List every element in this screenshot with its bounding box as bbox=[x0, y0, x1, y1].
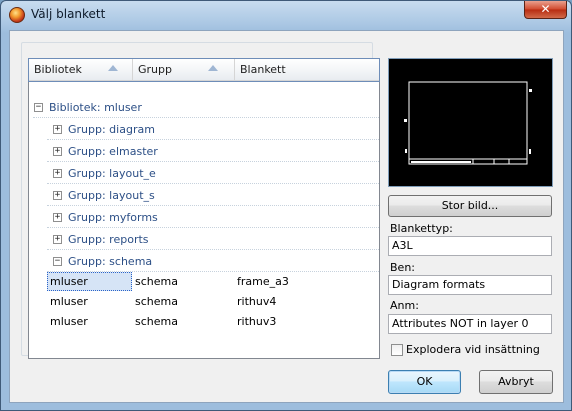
cell-bibliotek: mluser bbox=[50, 275, 88, 288]
tree-node-group-reports[interactable]: + Grupp: reports bbox=[29, 229, 379, 251]
explodera-checkbox[interactable] bbox=[391, 344, 403, 356]
cell-blankett: frame_a3 bbox=[237, 275, 289, 288]
window-title: Välj blankett bbox=[31, 7, 106, 21]
anm-label: Anm: bbox=[390, 299, 419, 312]
blankettyp-label: Blankettyp: bbox=[390, 222, 453, 235]
close-button[interactable]: ✕ bbox=[524, 1, 567, 19]
tree-node-label: Grupp: layout_e bbox=[68, 167, 156, 180]
sort-ascending-icon bbox=[108, 65, 118, 71]
ben-field[interactable]: Diagram formats bbox=[388, 275, 552, 295]
tree-node-group-diagram[interactable]: + Grupp: diagram bbox=[29, 119, 379, 141]
tree-node-group-myforms[interactable]: + Grupp: myforms bbox=[29, 207, 379, 229]
tree-node-group-schema[interactable]: − Grupp: schema bbox=[29, 251, 379, 273]
column-header-blankett[interactable]: Blankett bbox=[235, 59, 379, 80]
cell-grupp: schema bbox=[135, 295, 178, 308]
plus-toggle-icon[interactable]: + bbox=[53, 169, 62, 178]
tree-node-label: Bibliotek: mluser bbox=[49, 101, 142, 114]
cancel-button[interactable]: Avbryt bbox=[479, 370, 553, 394]
blankettyp-field[interactable]: A3L bbox=[388, 236, 552, 256]
dialog-window: Välj blankett ✕ Bibliotek Grupp Blankett bbox=[0, 0, 572, 411]
tree-node-label: Grupp: reports bbox=[68, 233, 149, 246]
plus-toggle-icon[interactable]: + bbox=[53, 191, 62, 200]
tree-node-label: Grupp: diagram bbox=[68, 123, 155, 136]
cell-grupp: schema bbox=[135, 275, 178, 288]
tree-node-group-layout-e[interactable]: + Grupp: layout_e bbox=[29, 163, 379, 185]
tree-node-label: Grupp: myforms bbox=[68, 211, 158, 224]
blankett-preview bbox=[388, 58, 553, 187]
tree-node-group-elmaster[interactable]: + Grupp: elmaster bbox=[29, 141, 379, 163]
tree-node-label: Grupp: schema bbox=[68, 255, 153, 268]
cell-bibliotek: mluser bbox=[50, 295, 88, 308]
explodera-label[interactable]: Explodera vid insättning bbox=[406, 343, 540, 356]
tree-node-label: Grupp: layout_s bbox=[68, 189, 155, 202]
cell-blankett: rithuv4 bbox=[237, 295, 277, 308]
sort-ascending-icon bbox=[208, 65, 218, 71]
minus-toggle-icon[interactable]: − bbox=[53, 257, 62, 266]
title-bar[interactable]: Välj blankett ✕ bbox=[1, 1, 571, 29]
preview-drawing bbox=[404, 81, 532, 165]
column-header-bibliotek[interactable]: Bibliotek bbox=[29, 59, 133, 80]
tree-node-group-layout-s[interactable]: + Grupp: layout_s bbox=[29, 185, 379, 207]
column-label: Blankett bbox=[240, 63, 286, 76]
table-row[interactable]: mluser schema rithuv3 bbox=[29, 312, 379, 332]
table-row[interactable]: mluser schema rithuv4 bbox=[29, 292, 379, 312]
cell-bibliotek: mluser bbox=[50, 315, 88, 328]
column-label: Bibliotek bbox=[34, 63, 82, 76]
ok-button[interactable]: OK bbox=[388, 370, 461, 394]
anm-field[interactable]: Attributes NOT in layer 0 bbox=[388, 314, 552, 334]
dialog-client-area: Bibliotek Grupp Blankett − Bibliotek: ml… bbox=[9, 30, 564, 403]
cell-grupp: schema bbox=[135, 315, 178, 328]
stor-bild-button[interactable]: Stor bild... bbox=[388, 195, 552, 217]
tree-node-library[interactable]: − Bibliotek: mluser bbox=[29, 97, 379, 119]
column-label: Grupp bbox=[138, 63, 172, 76]
tree-node-label: Grupp: elmaster bbox=[68, 145, 158, 158]
plus-toggle-icon[interactable]: + bbox=[53, 213, 62, 222]
cell-blankett: rithuv3 bbox=[237, 315, 277, 328]
ben-label: Ben: bbox=[390, 261, 415, 274]
app-logo-icon bbox=[9, 7, 25, 23]
plus-toggle-icon[interactable]: + bbox=[53, 235, 62, 244]
list-header: Bibliotek Grupp Blankett bbox=[28, 58, 380, 82]
plus-toggle-icon[interactable]: + bbox=[53, 147, 62, 156]
table-row[interactable]: mluser schema frame_a3 bbox=[29, 272, 379, 292]
blankett-tree-list[interactable]: Bibliotek Grupp Blankett − Bibliotek: ml… bbox=[28, 58, 380, 359]
plus-toggle-icon[interactable]: + bbox=[53, 125, 62, 134]
column-header-grupp[interactable]: Grupp bbox=[133, 59, 235, 80]
minus-toggle-icon[interactable]: − bbox=[34, 103, 43, 112]
